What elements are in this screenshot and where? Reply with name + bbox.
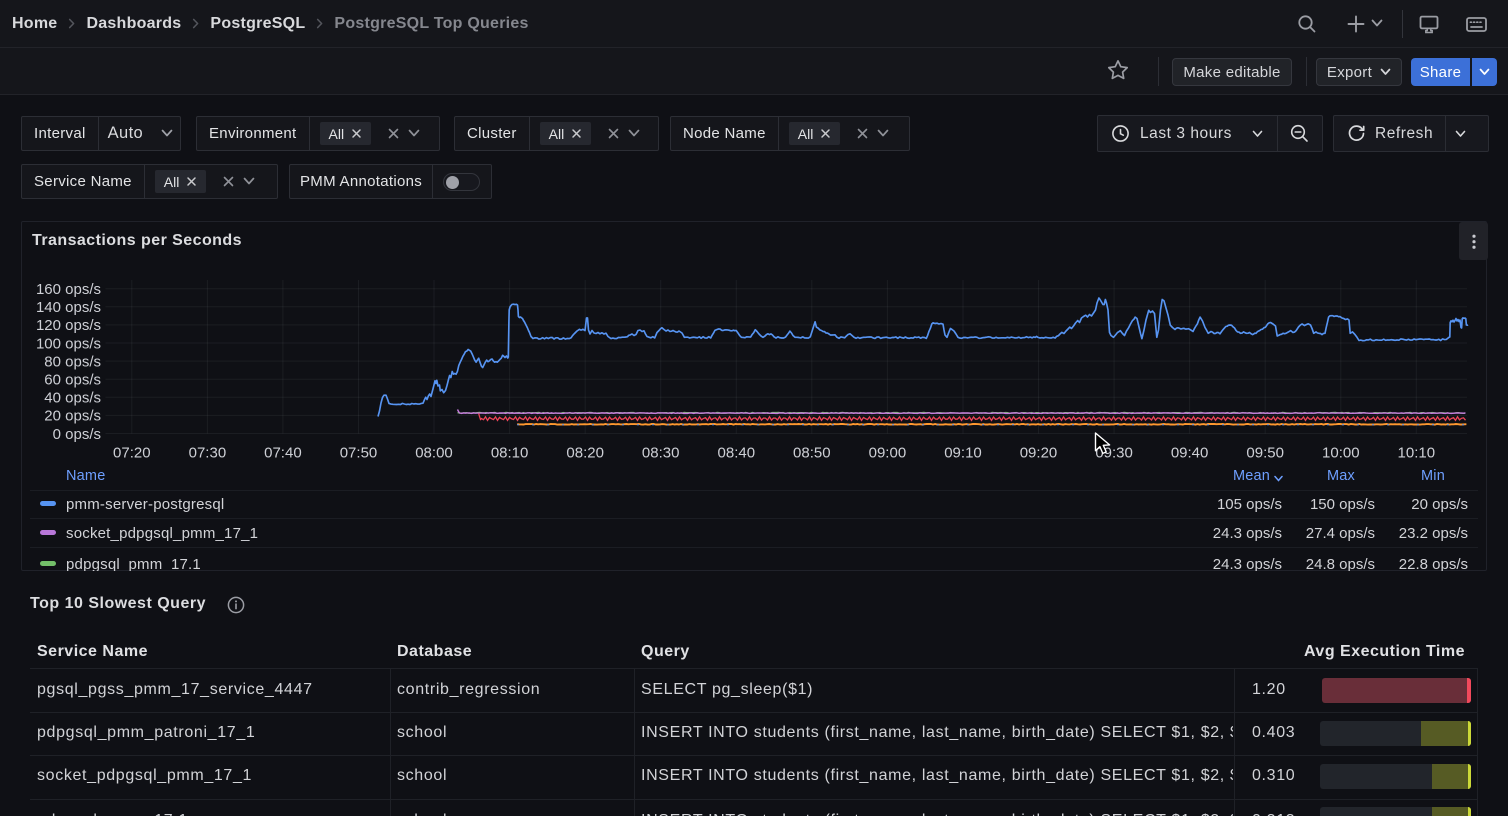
svg-text:07:30: 07:30	[189, 445, 227, 462]
svg-text:08:50: 08:50	[793, 445, 831, 462]
svg-text:07:40: 07:40	[264, 445, 302, 462]
svg-text:08:40: 08:40	[718, 445, 756, 462]
svg-text:07:50: 07:50	[340, 445, 378, 462]
svg-text:08:30: 08:30	[642, 445, 680, 462]
svg-text:80 ops/s: 80 ops/s	[44, 353, 101, 370]
svg-text:100 ops/s: 100 ops/s	[36, 335, 101, 352]
svg-text:10:10: 10:10	[1398, 445, 1436, 462]
svg-text:09:40: 09:40	[1171, 445, 1209, 462]
svg-text:09:00: 09:00	[869, 445, 907, 462]
svg-text:08:00: 08:00	[415, 445, 453, 462]
svg-text:07:20: 07:20	[113, 445, 151, 462]
svg-text:09:10: 09:10	[944, 445, 982, 462]
svg-text:20 ops/s: 20 ops/s	[44, 408, 101, 425]
svg-text:09:20: 09:20	[1020, 445, 1058, 462]
svg-text:0 ops/s: 0 ops/s	[53, 426, 101, 443]
svg-text:09:50: 09:50	[1246, 445, 1284, 462]
svg-text:40 ops/s: 40 ops/s	[44, 390, 101, 407]
svg-text:10:00: 10:00	[1322, 445, 1360, 462]
svg-text:160 ops/s: 160 ops/s	[36, 281, 101, 298]
svg-text:08:20: 08:20	[566, 445, 604, 462]
svg-text:120 ops/s: 120 ops/s	[36, 317, 101, 334]
svg-text:140 ops/s: 140 ops/s	[36, 299, 101, 316]
svg-text:60 ops/s: 60 ops/s	[44, 372, 101, 389]
svg-text:08:10: 08:10	[491, 445, 529, 462]
